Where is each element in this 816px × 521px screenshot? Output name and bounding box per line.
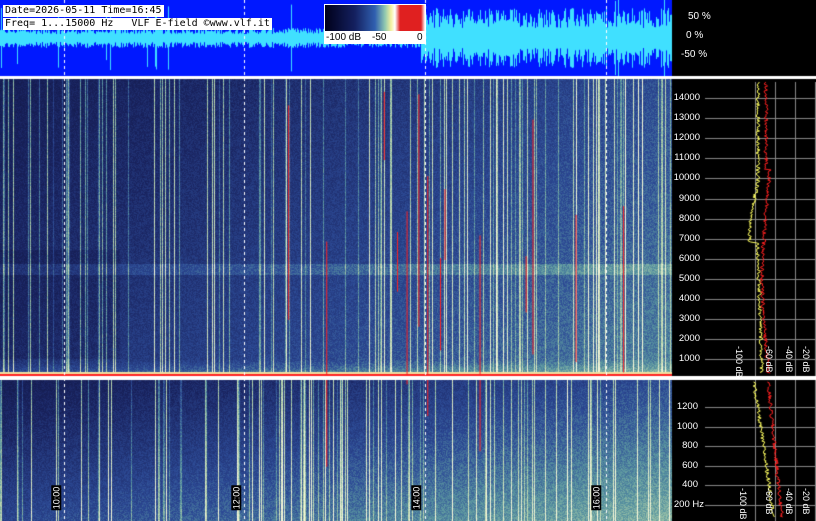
upper-freq-label: 2000 — [678, 333, 700, 345]
db-label-upper-20: -20 dB — [801, 346, 811, 373]
color-scale-bar: -100 dB -50 0 — [324, 4, 426, 44]
db-label-lower-100: -100 dB — [738, 488, 748, 520]
db-label-upper-40: -40 dB — [784, 346, 794, 373]
upper-freq-label: 5000 — [678, 272, 700, 284]
upper-freq-label: 12000 — [673, 132, 700, 144]
date-time-label: Date=2026-05-11 Time=16:45 — [3, 5, 164, 17]
time-label-1400: 14:00 — [411, 485, 422, 511]
db-label-lower-20: -20 dB — [801, 488, 811, 515]
upper-freq-label: 13000 — [673, 112, 700, 124]
color-scale-min: -100 dB — [326, 32, 362, 43]
upper-freq-label: 9000 — [678, 192, 700, 204]
upper-freq-label: 8000 — [678, 212, 700, 224]
vlf-spectrogram-display: Date=2026-05-11 Time=16:45 Freq= 1...150… — [0, 0, 816, 521]
upper-freq-label: 3000 — [678, 313, 700, 325]
db-label-lower-60: -60 dB — [764, 488, 774, 515]
upper-freq-label: 10000 — [673, 172, 700, 184]
time-label-1000: 10:00 — [51, 485, 62, 511]
db-label-upper-100: -100 dB — [734, 346, 744, 378]
lower-freq-label: 800 — [682, 440, 698, 451]
upper-freq-label: 7000 — [678, 232, 700, 244]
time-label-1200: 12:00 — [231, 485, 242, 511]
color-scale-mid: -50 — [372, 32, 387, 43]
amplitude-label-neg50: -50 % — [681, 49, 708, 60]
frequency-info-label: Freq= 1...15000 Hz VLF E-field ©www.vlf.… — [3, 18, 272, 30]
lower-freq-label: 1200 — [676, 401, 698, 412]
upper-freq-label: 4000 — [678, 293, 700, 304]
db-label-lower-40: -40 dB — [784, 488, 794, 515]
lower-freq-label: 600 — [682, 459, 698, 471]
amplitude-label-50: 50 % — [688, 11, 711, 22]
time-label-1600: 16:00 — [591, 485, 602, 511]
db-label-upper-60: -60 dB — [764, 346, 774, 373]
color-scale-max: 0 — [417, 32, 423, 43]
color-scale-gradient — [325, 5, 425, 31]
lower-freq-label: 200 Hz — [673, 498, 704, 510]
upper-freq-label: 6000 — [678, 252, 700, 264]
upper-freq-label: 14000 — [673, 92, 700, 103]
amplitude-label-0: 0 % — [686, 30, 704, 41]
upper-freq-label: 1000 — [678, 353, 700, 365]
upper-freq-label: 11000 — [674, 152, 700, 164]
lower-freq-label: 1000 — [676, 420, 698, 432]
lower-freq-label: 400 — [682, 479, 698, 490]
